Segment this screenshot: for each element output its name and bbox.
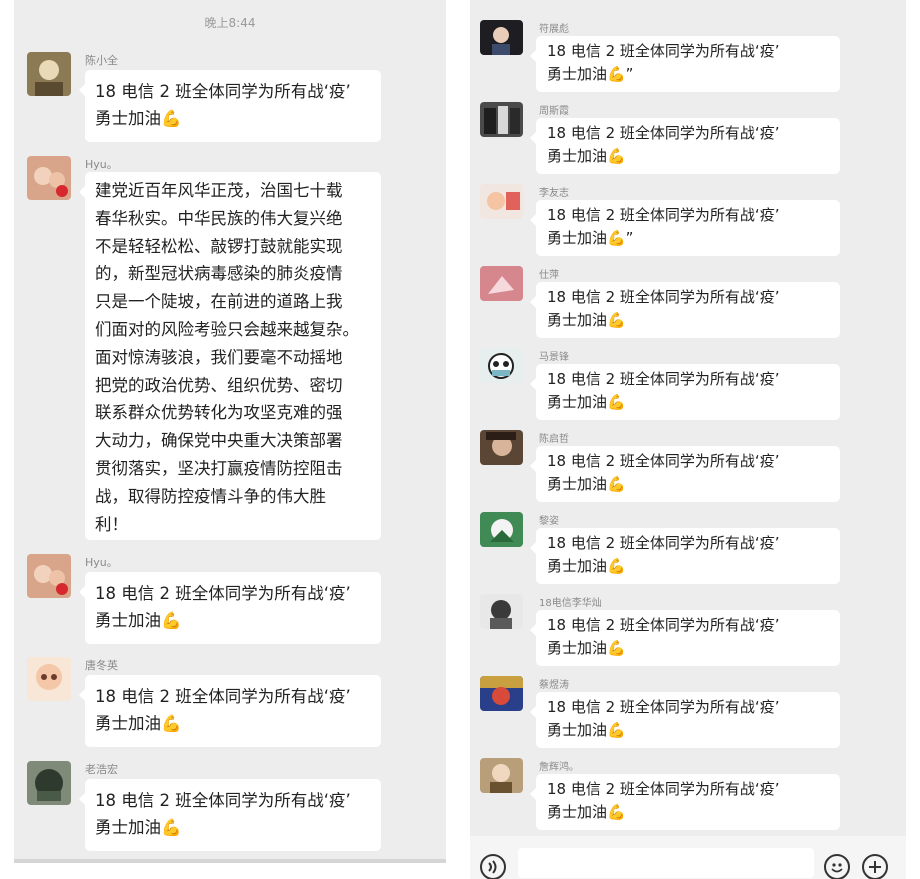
message-bubble[interactable]: 18 电信 2 班全体同学为所有战‘疫’ 勇士加油💪 <box>530 692 840 748</box>
message-text: 18 电信 2 班全体同学为所有战‘疫’ 勇士加油💪 <box>547 616 780 657</box>
avatar[interactable] <box>480 348 523 383</box>
sender-name: Hyu。 <box>85 556 118 569</box>
message-bubble[interactable]: 18 电信 2 班全体同学为所有战‘疫’ 勇士加油💪 <box>79 675 381 747</box>
sender-name: 符展彪 <box>539 24 569 35</box>
message-text: 18 电信 2 班全体同学为所有战‘疫’ 勇士加油💪 <box>547 370 780 411</box>
sender-name: 陈小全 <box>85 54 118 67</box>
message-text: 18 电信 2 班全体同学为所有战‘疫’ 勇士加油💪” <box>547 42 780 83</box>
message-text: 18 电信 2 班全体同学为所有战‘疫’ 勇士加油💪 <box>547 452 780 493</box>
sender-name: 李友志 <box>539 188 569 199</box>
avatar[interactable] <box>480 266 523 301</box>
timestamp: 晚上8:44 <box>204 16 256 30</box>
message-bubble[interactable]: 18 电信 2 班全体同学为所有战‘疫’ 勇士加油💪 <box>79 572 381 644</box>
message-text: 18 电信 2 班全体同学为所有战‘疫’ 勇士加油💪” <box>547 206 780 247</box>
sender-name: 詹辉鸿。 <box>539 762 579 773</box>
message-bubble[interactable]: 18 电信 2 班全体同学为所有战‘疫’ 勇士加油💪 <box>530 774 840 830</box>
message-text: 18 电信 2 班全体同学为所有战‘疫’ 勇士加油💪 <box>547 288 780 329</box>
message-text: 18 电信 2 班全体同学为所有战‘疫’ 勇士加油💪 <box>547 780 780 821</box>
message-text: 18 电信 2 班全体同学为所有战‘疫’ 勇士加油💪 <box>95 82 351 128</box>
sender-name: 老浩宏 <box>85 763 118 776</box>
sender-name: 蔡煜涛 <box>539 680 569 691</box>
chat-panel-left: 晚上8:44 陈小全 18 电信 2 班全体同学为所有战‘疫’ 勇士加油💪 Hy… <box>14 0 446 863</box>
avatar[interactable] <box>480 594 523 629</box>
sender-name: 周斯霞 <box>539 106 569 117</box>
message-bubble[interactable]: 18 电信 2 班全体同学为所有战‘疫’ 勇士加油💪 <box>530 118 840 174</box>
avatar[interactable] <box>27 761 71 805</box>
avatar[interactable] <box>480 102 523 137</box>
sender-name: 黎姿 <box>539 516 559 527</box>
sender-name: 马景锋 <box>539 352 569 363</box>
avatar[interactable] <box>480 20 523 55</box>
sender-name: 唐冬英 <box>85 659 118 672</box>
avatar[interactable] <box>27 554 71 598</box>
message-bubble[interactable]: 18 电信 2 班全体同学为所有战‘疫’ 勇士加油💪 <box>79 70 381 142</box>
sender-name: 18电信李华灿 <box>539 598 602 609</box>
message-text: 18 电信 2 班全体同学为所有战‘疫’ 勇士加油💪 <box>547 124 780 165</box>
scroll-edge <box>14 859 446 863</box>
avatar[interactable] <box>480 758 523 793</box>
message-bubble[interactable]: 18 电信 2 班全体同学为所有战‘疫’ 勇士加油💪 <box>530 446 840 502</box>
message-text: 18 电信 2 班全体同学为所有战‘疫’ 勇士加油💪 <box>547 698 780 739</box>
input-bar <box>470 836 906 879</box>
message-bubble[interactable]: 18 电信 2 班全体同学为所有战‘疫’ 勇士加油💪 <box>530 282 840 338</box>
avatar[interactable] <box>480 184 523 219</box>
message-bubble[interactable]: 18 电信 2 班全体同学为所有战‘疫’ 勇士加油💪” <box>530 36 840 92</box>
message-bubble[interactable]: 18 电信 2 班全体同学为所有战‘疫’ 勇士加油💪 <box>530 364 840 420</box>
avatar[interactable] <box>480 512 523 547</box>
add-icon[interactable] <box>862 854 888 879</box>
sender-name: Hyu。 <box>85 158 118 171</box>
message-bubble[interactable]: 18 电信 2 班全体同学为所有战‘疫’ 勇士加油💪 <box>79 779 381 851</box>
avatar[interactable] <box>480 430 523 465</box>
avatar[interactable] <box>27 52 71 96</box>
message-bubble[interactable]: 18 电信 2 班全体同学为所有战‘疫’ 勇士加油💪 <box>530 610 840 666</box>
message-bubble[interactable]: 建党近百年风华正茂，治国七十载 春华秋实。中华民族的伟大复兴绝 不是轻轻松松、敲… <box>79 172 381 540</box>
sender-name: 陈启哲 <box>539 434 569 445</box>
message-text: 18 电信 2 班全体同学为所有战‘疫’ 勇士加油💪 <box>95 791 351 837</box>
avatar[interactable] <box>480 676 523 711</box>
message-input[interactable] <box>518 848 814 878</box>
sender-name: 仕萍 <box>539 270 559 281</box>
voice-icon[interactable] <box>480 854 506 879</box>
message-bubble[interactable]: 18 电信 2 班全体同学为所有战‘疫’ 勇士加油💪” <box>530 200 840 256</box>
message-bubble[interactable]: 18 电信 2 班全体同学为所有战‘疫’ 勇士加油💪 <box>530 528 840 584</box>
message-text: 18 电信 2 班全体同学为所有战‘疫’ 勇士加油💪 <box>95 584 351 630</box>
message-text: 建党近百年风华正茂，治国七十载 春华秋实。中华民族的伟大复兴绝 不是轻轻松松、敲… <box>95 181 359 534</box>
emoji-icon[interactable] <box>824 854 850 879</box>
message-text: 18 电信 2 班全体同学为所有战‘疫’ 勇士加油💪 <box>547 534 780 575</box>
avatar[interactable] <box>27 156 71 200</box>
chat-panel-right: 符展彪 18 电信 2 班全体同学为所有战‘疫’ 勇士加油💪” 周斯霞 18 电… <box>470 0 906 879</box>
message-text: 18 电信 2 班全体同学为所有战‘疫’ 勇士加油💪 <box>95 687 351 733</box>
avatar[interactable] <box>27 657 71 701</box>
